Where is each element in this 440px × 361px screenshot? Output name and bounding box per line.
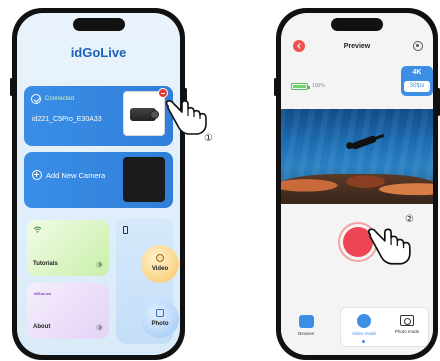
step-one-marker: ① xyxy=(204,133,213,144)
chevron-right-icon xyxy=(96,261,103,268)
volume-button xyxy=(10,78,13,96)
camera-icon xyxy=(400,315,414,326)
empty-camera-thumbnail xyxy=(123,157,165,202)
video-mode-button[interactable]: Video mode xyxy=(347,314,381,336)
photo-icon xyxy=(156,309,164,317)
live-preview-image xyxy=(281,109,433,204)
devices-icon xyxy=(298,315,314,328)
video-button[interactable]: Video xyxy=(141,245,179,283)
video-mode-icon xyxy=(357,314,371,328)
resolution-label: 4K xyxy=(412,69,422,76)
photo-label: Photo xyxy=(151,321,169,327)
plus-icon xyxy=(32,170,42,180)
phone-home-screen: idGoLive Connected id221_C5Pro_E30A33 Ad… xyxy=(10,8,187,360)
mode-switcher: Video mode Photo mode xyxy=(340,307,429,347)
dynamic-island xyxy=(331,18,383,31)
about-logo: idGoLive xyxy=(34,291,52,296)
gear-icon[interactable] xyxy=(413,41,423,51)
pointing-hand-icon xyxy=(367,228,411,265)
preview-screen: Preview 100% 4K 30fps Devices Video mode… xyxy=(281,13,433,355)
pointing-hand-icon xyxy=(165,100,207,135)
active-mode-indicator xyxy=(362,340,365,343)
video-mode-label: Video mode xyxy=(352,331,376,336)
home-screen: idGoLive Connected id221_C5Pro_E30A33 Ad… xyxy=(17,13,180,355)
step-two-marker: ② xyxy=(405,214,414,225)
about-label: About xyxy=(33,324,51,330)
tutorials-label: Tutorials xyxy=(33,261,58,267)
chevron-right-icon xyxy=(96,324,103,331)
action-camera-image xyxy=(130,108,159,121)
video-icon xyxy=(156,254,164,262)
camera-device-name: id221_C5Pro_E30A33 xyxy=(32,116,102,123)
wifi-icon xyxy=(33,226,42,233)
camera-thumbnail[interactable] xyxy=(123,88,168,136)
devices-button[interactable]: Devices xyxy=(291,315,321,336)
battery-icon xyxy=(291,83,310,90)
tutorial-illustration: idGoLive Connected id221_C5Pro_E30A33 Ad… xyxy=(0,0,440,361)
battery-level-fill xyxy=(293,85,306,88)
connection-status-text: Connected xyxy=(45,96,75,102)
connected-camera-card[interactable]: Connected id221_C5Pro_E30A33 xyxy=(24,86,173,146)
app-title: idGoLive xyxy=(70,45,127,60)
devices-label: Devices xyxy=(297,331,314,336)
connection-status: Connected xyxy=(31,94,74,104)
dynamic-island xyxy=(72,18,125,31)
tutorials-tile[interactable]: Tutorials xyxy=(27,220,109,276)
photo-mode-button[interactable]: Photo mode xyxy=(389,314,425,334)
battery-percentage: 100% xyxy=(312,83,325,89)
resolution-badge[interactable]: 4K 30fps xyxy=(401,66,433,96)
volume-button xyxy=(274,78,277,96)
about-tile[interactable]: idGoLive About xyxy=(27,283,109,339)
phone-preview-screen: Preview 100% 4K 30fps Devices Video mode… xyxy=(274,8,440,360)
framerate-label: 30fps xyxy=(404,81,430,92)
photo-mode-label: Photo mode xyxy=(394,329,420,334)
video-label: Video xyxy=(151,266,169,272)
coral-reef xyxy=(281,174,433,204)
photo-button[interactable]: Photo xyxy=(141,300,179,338)
phone-icon xyxy=(123,226,128,234)
preview-title: Preview xyxy=(343,43,371,50)
add-new-camera-label: Add New Camera xyxy=(46,171,106,180)
add-new-camera-card[interactable]: Add New Camera xyxy=(24,152,173,208)
check-icon xyxy=(31,94,41,104)
bottom-navigation: Devices Video mode Photo mode xyxy=(281,307,433,355)
